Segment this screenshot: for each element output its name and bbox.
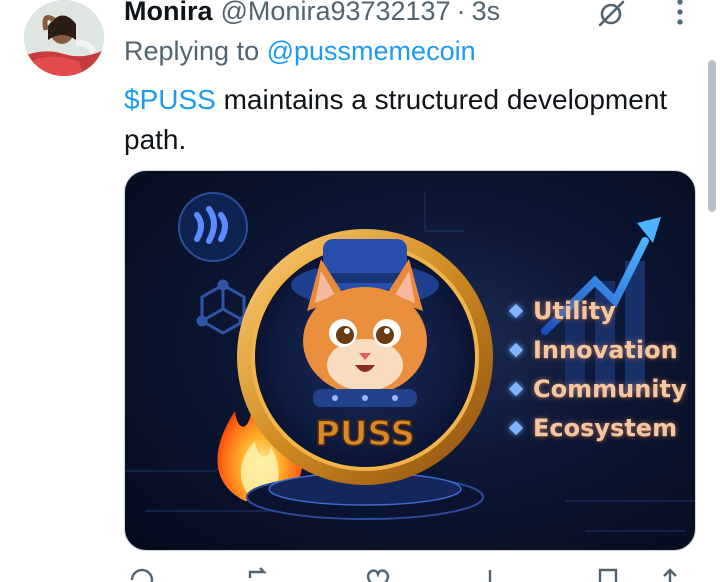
diamond-bullet-icon — [508, 303, 524, 318]
share-icon[interactable] — [656, 566, 684, 582]
diamond-bullet-icon — [508, 342, 524, 357]
replying-to: Replying to @pussmemecoin — [124, 36, 476, 67]
tweet-text: $PUSS maintains a structured development… — [124, 80, 684, 160]
more-icon[interactable] — [670, 0, 690, 28]
feature-item: Community — [508, 369, 687, 408]
repost-icon[interactable] — [244, 566, 272, 582]
diamond-bullet-icon — [508, 420, 524, 435]
grok-icon[interactable] — [594, 0, 628, 28]
feature-label: Innovation — [533, 335, 678, 364]
feature-item: Innovation — [508, 330, 687, 369]
reply-mention-link[interactable]: @pussmemecoin — [267, 36, 476, 66]
reply-prefix: Replying to — [124, 36, 260, 66]
avatar[interactable] — [24, 0, 104, 76]
diamond-bullet-icon — [508, 381, 524, 396]
views-icon[interactable] — [476, 566, 504, 582]
feature-list: Utility Innovation Community Ecosystem — [508, 291, 687, 447]
header-separator: · — [456, 0, 466, 26]
author-name[interactable]: Monira — [124, 0, 213, 27]
feature-label: Community — [533, 374, 687, 403]
feature-label: Ecosystem — [533, 413, 678, 442]
coin-label: PUSS — [315, 414, 415, 454]
feature-item: Ecosystem — [508, 408, 687, 447]
tweet-media-image[interactable]: PUSS Utility Innovation Community Ecosys… — [124, 170, 696, 551]
tweet-action-bar — [124, 566, 684, 582]
tweet-header: Monira @Monira93732137 · 3s — [124, 0, 500, 28]
reply-icon[interactable] — [128, 566, 156, 582]
bookmark-icon[interactable] — [594, 566, 622, 582]
like-icon[interactable] — [364, 566, 392, 582]
author-handle[interactable]: @Monira93732137 — [221, 0, 451, 27]
timestamp[interactable]: 3s — [472, 0, 501, 27]
cashtag-link[interactable]: $PUSS — [124, 84, 216, 115]
feature-item: Utility — [508, 291, 687, 330]
avatar-image — [24, 0, 104, 76]
scrollbar-thumb[interactable] — [708, 60, 716, 212]
feature-label: Utility — [533, 296, 616, 325]
